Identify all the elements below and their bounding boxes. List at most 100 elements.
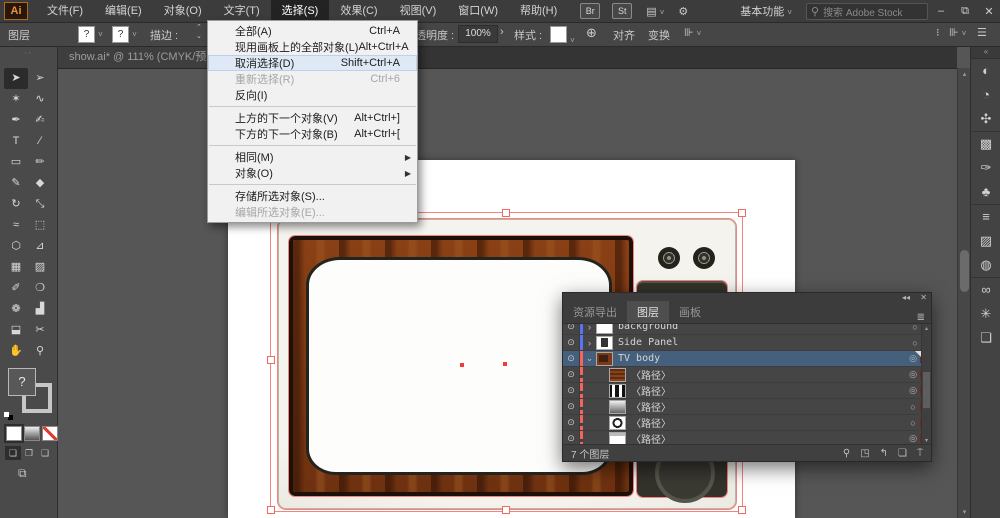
path-thumbnail[interactable] [609, 431, 626, 445]
close-button[interactable]: ✕ [978, 5, 1000, 18]
screen-mode-button[interactable]: ⧉ [18, 466, 27, 481]
menu-item-next-object-above[interactable]: 上方的下一个对象(V) Alt+Ctrl+] [208, 110, 417, 126]
layer-row-tv-body[interactable]: ⊙ ⌄ TV body ◎ [563, 351, 931, 367]
selection-handle[interactable] [502, 506, 510, 514]
visibility-eye-icon[interactable]: ⊙ [563, 415, 580, 430]
menu-select[interactable]: 选择(S) [270, 0, 330, 22]
layer-row-side-panel[interactable]: ⊙ › Side Panel ○ [563, 335, 931, 351]
appearance-panel-icon[interactable]: ✳ [971, 302, 1000, 326]
path-name[interactable]: 〈路径〉 [631, 431, 906, 445]
target-circle-icon[interactable]: ○ [906, 418, 920, 428]
expand-arrow-icon[interactable]: › [583, 338, 596, 348]
menu-object[interactable]: 对象(O) [153, 0, 213, 22]
style-swatch-dropdown[interactable]: ˅ [550, 26, 575, 46]
menu-type[interactable]: 文字(T) [213, 0, 271, 22]
recolor-artwork-icon[interactable]: ✣ [971, 107, 1000, 131]
opacity-more-button[interactable]: › [500, 26, 504, 38]
eraser-tool[interactable]: ◆ [28, 173, 52, 194]
menu-item-select-all[interactable]: 全部(A) Ctrl+A [208, 23, 417, 39]
paintbrush-tool[interactable]: ✏ [28, 152, 52, 173]
menu-view[interactable]: 视图(V) [389, 0, 448, 22]
workspace-switcher[interactable]: 基本功能 ˅ [740, 3, 792, 19]
scrollbar-thumb[interactable] [960, 250, 969, 292]
align-button[interactable]: 对齐 [613, 27, 635, 43]
layer-name[interactable]: Side Panel [618, 337, 908, 348]
none-button[interactable] [42, 426, 58, 441]
menu-effect[interactable]: 效果(C) [329, 0, 388, 22]
selection-handle[interactable] [738, 209, 746, 217]
path-name[interactable]: 〈路径〉 [631, 383, 906, 398]
fill-proxy[interactable]: ? [8, 368, 36, 396]
selection-handle[interactable] [267, 506, 275, 514]
swatches-panel-icon[interactable]: ▩ [971, 131, 1000, 156]
transform-button[interactable]: 变换 [648, 27, 670, 43]
expand-arrow-icon[interactable]: › [583, 324, 596, 332]
gpu-performance-icon[interactable]: ⚙ [678, 5, 688, 18]
visibility-eye-icon[interactable]: ⊙ [563, 351, 580, 366]
fill-stroke-control[interactable]: ? [4, 368, 52, 421]
selection-tool[interactable]: ➤ [4, 68, 28, 89]
path-thumbnail[interactable] [609, 383, 626, 398]
shaper-tool[interactable]: ✎ [4, 173, 28, 194]
free-transform-tool[interactable]: ⬚ [28, 215, 52, 236]
document-setup-icon[interactable]: ⊕ [586, 25, 597, 41]
gradient-button[interactable] [24, 426, 40, 441]
color-guide-panel-icon[interactable]: ◔ [971, 83, 1000, 107]
creative-cloud-icon[interactable]: ∞ [971, 277, 1000, 302]
draw-inside-mode[interactable]: ❑ [37, 446, 53, 460]
panel-scrollbar[interactable]: ▴ ▾ [921, 324, 931, 445]
type-tool[interactable]: T [4, 131, 28, 152]
path-row[interactable]: ⊙ 〈路径〉 ○ [563, 399, 931, 415]
visibility-eye-icon[interactable]: ⊙ [563, 431, 580, 445]
panel-dock-icon[interactable]: ⊪ ˅ [949, 26, 966, 39]
menu-item-deselect[interactable]: 取消选择(D) Shift+Ctrl+A [208, 55, 417, 71]
stock-icon[interactable]: St [612, 3, 633, 19]
rotate-tool[interactable]: ↻ [4, 194, 28, 215]
path-row[interactable]: ⊙ 〈路径〉 ◎ [563, 367, 931, 383]
eyedropper-tool[interactable]: ✐ [4, 278, 28, 299]
symbol-sprayer-tool[interactable]: ❁ [4, 299, 28, 320]
menu-item-next-object-below[interactable]: 下方的下一个对象(B) Alt+Ctrl+[ [208, 126, 417, 142]
target-circle-icon[interactable]: ○ [908, 338, 922, 348]
width-tool[interactable]: ≈ [4, 215, 28, 236]
fill-swatch-dropdown[interactable]: ? ˅ [78, 26, 103, 43]
tv-knob[interactable] [658, 247, 680, 269]
close-panel-icon[interactable]: ✕ [920, 293, 927, 302]
tab-asset-export[interactable]: 资源导出 [563, 301, 627, 323]
brushes-panel-icon[interactable]: ✑ [971, 156, 1000, 180]
symbols-panel-icon[interactable]: ♣ [971, 180, 1000, 204]
draw-normal-mode[interactable]: ❏ [5, 446, 21, 460]
new-layer-icon[interactable]: ❏ [898, 448, 907, 459]
target-circle-icon[interactable]: ◎ [906, 385, 920, 396]
bridge-icon[interactable]: Br [580, 3, 601, 19]
dock-collapse-icon[interactable]: « [971, 46, 1000, 59]
blend-tool[interactable]: ❍ [28, 278, 52, 299]
layer-thumbnail[interactable] [596, 324, 613, 334]
visibility-eye-icon[interactable]: ⊙ [563, 324, 580, 334]
color-button[interactable] [4, 424, 24, 443]
curvature-tool[interactable]: ✍ [28, 110, 52, 131]
menu-file[interactable]: 文件(F) [36, 0, 94, 22]
path-thumbnail[interactable] [609, 415, 626, 430]
menu-item-save-selection[interactable]: 存储所选对象(S)... [208, 188, 417, 204]
clipping-mask-icon[interactable]: ◳ [860, 448, 869, 459]
stroke-swatch-dropdown[interactable]: ? ˅ [112, 26, 137, 43]
path-thumbnail[interactable] [609, 367, 626, 382]
anchor-point[interactable] [460, 363, 464, 367]
dots-menu-icon[interactable]: ⁝ [936, 26, 940, 39]
new-sublayer-icon[interactable]: ↰ [880, 448, 888, 459]
line-segment-tool[interactable]: ∕ [28, 131, 52, 152]
shape-builder-tool[interactable]: ⬡ [4, 236, 28, 257]
menu-help[interactable]: 帮助(H) [509, 0, 568, 22]
target-circle-icon[interactable]: ◎ [906, 433, 920, 444]
column-graph-tool[interactable]: ▟ [28, 299, 52, 320]
libraries-panel-icon[interactable]: ❏ [971, 326, 1000, 350]
scale-tool[interactable]: ⤡ [28, 194, 52, 215]
stroke-panel-icon[interactable]: ≡ [971, 204, 1000, 229]
path-name[interactable]: 〈路径〉 [631, 399, 906, 414]
selection-handle[interactable] [738, 506, 746, 514]
panel-menu-icon[interactable]: ≣ [911, 312, 931, 323]
tv-knob[interactable] [693, 247, 715, 269]
menu-item-object[interactable]: 对象(O) ▶ [208, 165, 417, 181]
magic-wand-tool[interactable]: ✶ [4, 89, 28, 110]
